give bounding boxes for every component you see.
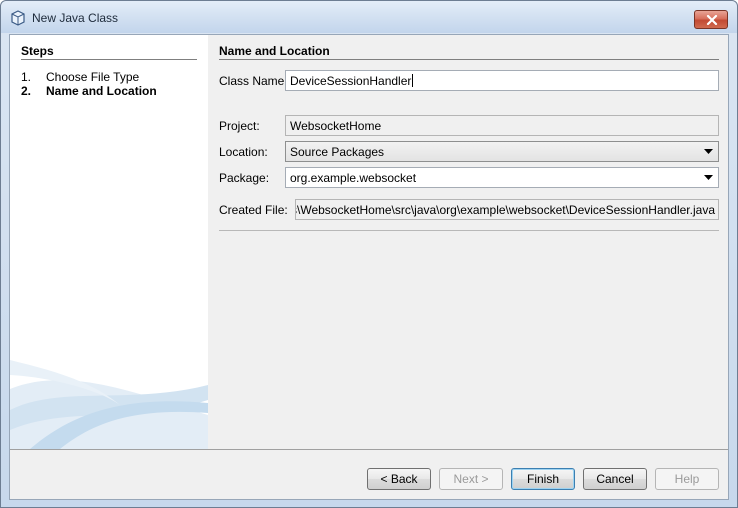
dialog-content: Steps 1. Choose File Type 2. Name and Loca… [9,34,729,500]
window-title: New Java Class [32,11,119,25]
section-divider [219,59,719,60]
steps-title: Steps [21,44,54,58]
step-name-and-location: 2. Name and Location [21,84,157,98]
decorative-swoosh [10,360,208,449]
project-value: WebsocketHome [290,119,382,133]
location-label: Location: [219,145,268,159]
package-label: Package: [219,171,270,185]
class-name-label: Class Name: [219,74,288,88]
class-name-input[interactable]: DeviceSessionHandler [285,70,719,91]
step-number: 2. [21,84,32,98]
help-button[interactable]: Help [655,468,719,490]
created-file-label: Created File: [219,203,288,217]
close-button[interactable] [694,10,728,29]
package-combo[interactable]: org.example.websocket [285,167,719,188]
location-select[interactable]: Source Packages [285,141,719,162]
cancel-button[interactable]: Cancel [583,468,647,490]
text-caret [412,74,414,87]
step-label: Choose File Type [46,70,140,84]
name-location-panel: Name and Location Class Name: DeviceSess… [208,35,728,449]
dialog-window: New Java Class Steps 1. Choose File Type … [0,0,738,508]
location-value: Source Packages [290,145,385,159]
next-button[interactable]: Next > [439,468,503,490]
project-field: WebsocketHome [285,115,719,136]
finish-button[interactable]: Finish [511,468,575,490]
java-class-icon [11,10,25,26]
step-choose-file-type: 1. Choose File Type [21,70,139,84]
chevron-down-icon [704,149,713,154]
chevron-down-icon[interactable] [704,175,713,181]
form-divider [219,230,719,231]
title-bar[interactable]: New Java Class [1,1,737,33]
package-value: org.example.websocket [290,171,417,185]
steps-panel: Steps 1. Choose File Type 2. Name and Loca… [10,35,208,449]
project-label: Project: [219,119,260,133]
class-name-value: DeviceSessionHandler [290,74,412,88]
created-file-field: :\Projects\WebsocketHome\src\java\org\ex… [295,199,719,220]
close-icon [706,15,718,25]
steps-divider [21,59,197,60]
step-number: 1. [21,70,32,84]
button-bar-divider [10,449,728,450]
section-title: Name and Location [219,44,330,58]
created-file-value: :\Projects\WebsocketHome\src\java\org\ex… [296,203,715,217]
step-label: Name and Location [46,84,157,98]
back-button[interactable]: < Back [367,468,431,490]
